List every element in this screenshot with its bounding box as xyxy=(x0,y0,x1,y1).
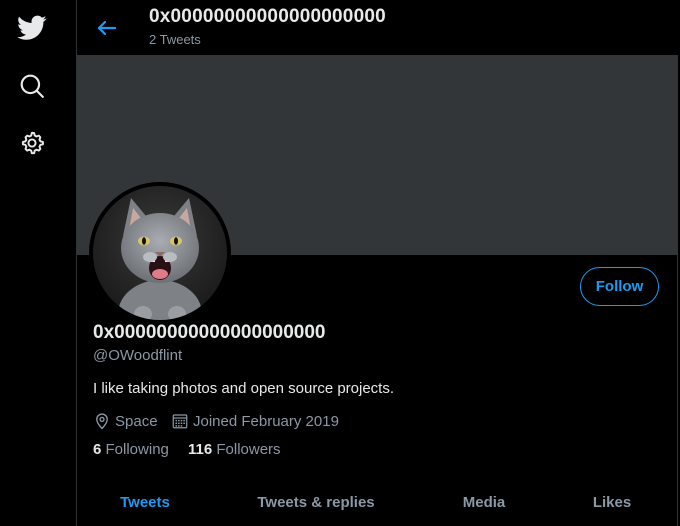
profile-joined: Joined February 2019 xyxy=(171,412,339,430)
profile-column: 0x00000000000000000000 2 Tweets Follow 0… xyxy=(77,0,678,526)
followers-label: Followers xyxy=(216,441,281,458)
tab-tweets-replies[interactable]: Tweets & replies xyxy=(213,478,419,526)
location-pin-icon xyxy=(96,413,108,430)
following-count: 6 xyxy=(93,441,102,458)
follow-button[interactable]: Follow xyxy=(580,267,659,306)
joined-text: Joined February 2019 xyxy=(193,412,339,430)
avatar-image xyxy=(93,186,227,320)
tab-tweets[interactable]: Tweets xyxy=(77,478,213,526)
twitter-bird-icon[interactable] xyxy=(15,11,49,45)
profile-tabs: Tweets Tweets & replies Media Likes xyxy=(77,478,678,526)
calendar-icon xyxy=(172,414,188,429)
followers-count: 116 xyxy=(188,441,213,458)
profile-location: Space xyxy=(93,412,158,430)
gear-icon[interactable] xyxy=(15,126,49,160)
profile-bio: I like taking photos and open source pro… xyxy=(93,380,395,397)
profile-name: 0x00000000000000000000 xyxy=(93,322,326,343)
search-icon[interactable] xyxy=(15,69,49,103)
tab-media[interactable]: Media xyxy=(419,478,549,526)
back-arrow-icon[interactable] xyxy=(95,16,119,40)
profile-handle: @OWoodflint xyxy=(93,347,183,364)
following-label: Following xyxy=(105,441,169,458)
avatar[interactable] xyxy=(89,182,231,324)
left-nav xyxy=(0,0,77,526)
following-link[interactable]: 6 Following xyxy=(93,441,169,458)
header-tweet-count: 2 Tweets xyxy=(149,32,201,47)
location-text: Space xyxy=(115,412,158,430)
followers-link[interactable]: 116 Followers xyxy=(188,441,281,458)
tab-likes[interactable]: Likes xyxy=(549,478,675,526)
profile-header-bar: 0x00000000000000000000 2 Tweets xyxy=(77,0,678,55)
header-title: 0x00000000000000000000 xyxy=(149,6,386,27)
